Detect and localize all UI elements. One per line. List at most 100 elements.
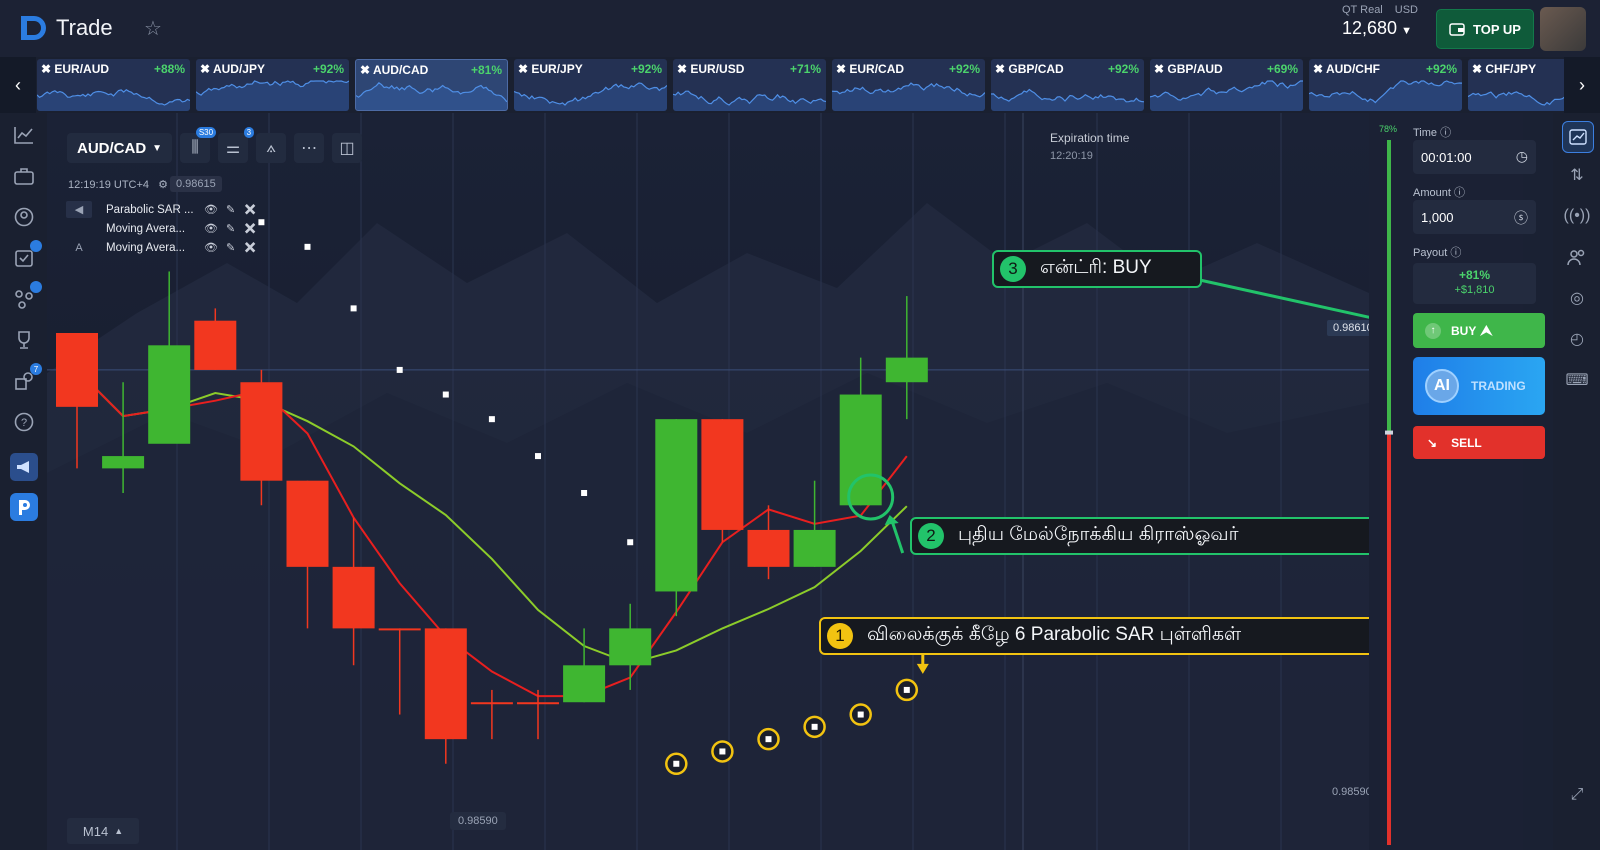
fullscreen-icon[interactable]: ⤢ — [1565, 783, 1589, 807]
top-up-button[interactable]: TOP UP — [1436, 9, 1534, 49]
candle-body — [194, 320, 237, 370]
chart-clock: 12:19:19 UTC+4 — [68, 179, 150, 191]
amount-input[interactable]: 1,000 ⓢ — [1413, 200, 1536, 234]
dollar-icon[interactable]: ⓢ — [1514, 208, 1528, 228]
logo[interactable]: Trade — [18, 12, 113, 44]
megaphone-icon[interactable] — [10, 453, 38, 481]
time-input[interactable]: 00:01:00 ◷ — [1413, 140, 1536, 174]
sar-dot — [535, 453, 541, 460]
sar-dot — [488, 416, 495, 423]
chart-panel-icon[interactable] — [1562, 121, 1594, 153]
drawing-tools-button[interactable]: ⟑ — [256, 133, 287, 163]
indicator-actions[interactable]: 👁✎✖ — [204, 222, 265, 235]
indicators-badge: 3 — [243, 127, 255, 138]
callout-text: விலைக்குக் கீழே 6 Parabolic SAR புள்ளிகள… — [867, 624, 1242, 645]
callout-crossover: 2 புதிய மேல்நோக்கிய கிராஸ்ஓவர் — [910, 517, 1388, 555]
ticker-item[interactable]: ✖ AUD/JPY +92% — [196, 59, 349, 111]
sell-button[interactable]: ↘ SELL — [1413, 426, 1545, 459]
crosshair-price-top: 0.98615 — [170, 176, 222, 192]
candle-body — [56, 333, 98, 407]
ticker-item[interactable]: ✖ CHF/JPY — [1468, 59, 1565, 111]
indicators-button[interactable]: ⚌ 3 — [218, 127, 255, 163]
left-sidebar: 7 ? — [0, 113, 47, 850]
sparkline-area — [196, 81, 349, 111]
briefcase-icon[interactable] — [12, 164, 36, 188]
ticker-item[interactable]: ✖ GBP/AUD +69% — [1150, 59, 1303, 111]
sar-dot — [719, 748, 726, 755]
user-avatar[interactable] — [1540, 7, 1586, 51]
crosshair-price-bottom: 0.98590 — [450, 812, 506, 830]
ticker-item[interactable]: ✖ EUR/USD +71% — [673, 59, 826, 111]
sar-dot — [765, 736, 772, 743]
settings-gear-icon[interactable]: ⚙ — [158, 179, 168, 191]
buy-button[interactable]: ↑ BUY ⮝ — [1413, 313, 1545, 348]
candle-body — [102, 456, 145, 469]
candle-type-button[interactable]: ⫼ S30 — [180, 127, 217, 163]
candle-body — [286, 480, 329, 567]
layout-button[interactable]: ◫ — [332, 133, 363, 163]
account-selector[interactable]: QT Real USD 12,680 ▼ — [1342, 4, 1418, 39]
candle-body — [470, 702, 513, 705]
callout-text: என்ட்ரி: BUY — [1040, 257, 1152, 278]
candle-body — [839, 394, 882, 506]
compass-icon: ⟑ — [266, 139, 276, 156]
ticker-next-arrow-icon[interactable]: › — [1564, 57, 1600, 113]
sar-dot — [857, 711, 864, 718]
candle-body — [240, 382, 283, 481]
ticker-item[interactable]: ✖ GBP/CAD +92% — [991, 59, 1144, 111]
indicator-lead-label: A — [75, 241, 83, 254]
top-up-label: TOP UP — [1473, 21, 1521, 37]
callout-entry-buy: 3 என்ட்ரி: BUY — [992, 250, 1202, 288]
clock-icon[interactable]: ◷ — [1516, 148, 1528, 165]
ticker-item[interactable]: ✖ EUR/JPY +92% — [514, 59, 667, 111]
caret-down-icon: ▼ — [1401, 25, 1412, 37]
wallet-icon — [1449, 23, 1465, 36]
chart-icon[interactable] — [12, 123, 36, 147]
indicator-row: A Moving Avera... 👁✎✖ — [66, 238, 265, 257]
users-icon[interactable] — [1565, 245, 1589, 269]
ticker-item[interactable]: ✖ EUR/AUD +88% — [37, 59, 190, 111]
ticker-list: ✖ EUR/AUD +88% ✖ AUD/JPY +92% ✖ AUD/CAD +81… — [37, 59, 1565, 111]
ticker-sparkline — [1468, 91, 1565, 111]
signal-broadcast-icon[interactable]: ((•)) — [1564, 204, 1591, 228]
account-balance: 12,680 — [1342, 18, 1398, 38]
callout-number: 3 — [1000, 256, 1026, 282]
trade-badge — [30, 240, 42, 252]
sparkline-area — [991, 89, 1144, 111]
transfer-arrows-icon[interactable]: ⇅ — [1565, 163, 1589, 187]
amount-label: Amount — [1413, 187, 1451, 199]
user-circle-icon[interactable] — [12, 205, 36, 229]
logo-text: Trade — [56, 15, 113, 40]
ticker-prev-arrow-icon[interactable]: ‹ — [0, 57, 36, 113]
payout-box: +81% +$1,810 — [1413, 263, 1536, 304]
indicator-actions[interactable]: 👁✎✖ — [204, 203, 265, 216]
right-sidebar: ⇅ ((•)) ◎ ◴ ⌨ ⤢ — [1553, 113, 1600, 850]
ticker-sparkline — [196, 80, 349, 111]
ticker-item-active[interactable]: ✖ AUD/CAD +81% — [355, 59, 508, 111]
indicator-actions[interactable]: 👁✎✖ — [204, 241, 265, 254]
history-clock-icon[interactable]: ◴ — [1565, 327, 1589, 351]
svg-text:?: ? — [21, 417, 27, 429]
ticker-sparkline — [673, 90, 826, 111]
timeframe-selector[interactable]: M14 ▲ — [67, 818, 139, 844]
target-icon[interactable]: ◎ — [1565, 286, 1589, 310]
ticker-item[interactable]: ✖ AUD/CHF +92% — [1309, 59, 1462, 111]
ai-trading-button[interactable]: AI TRADING — [1413, 357, 1545, 415]
trophy-icon[interactable] — [12, 328, 36, 352]
pair-selector[interactable]: AUD/CAD ▼ — [67, 133, 173, 163]
app-brand-icon[interactable] — [10, 493, 38, 521]
favorite-star-icon[interactable]: ☆ — [144, 16, 162, 41]
sparkline-area — [832, 83, 985, 111]
sar-dot — [627, 539, 634, 546]
ticker-sparkline — [1309, 80, 1462, 111]
help-icon[interactable]: ? — [12, 410, 36, 434]
info-icon: ⓘ — [1450, 247, 1462, 259]
ticker-item[interactable]: ✖ EUR/CAD +92% — [832, 59, 985, 111]
sentiment-meter — [1385, 140, 1393, 845]
keyboard-icon[interactable]: ⌨ — [1565, 368, 1589, 392]
sentiment-bear-bar — [1387, 432, 1391, 845]
candle-body — [517, 702, 559, 705]
candle-body — [332, 566, 375, 629]
more-options-button[interactable]: ⋯ — [294, 133, 325, 163]
collapse-arrow-icon[interactable]: ◀ — [66, 201, 92, 218]
